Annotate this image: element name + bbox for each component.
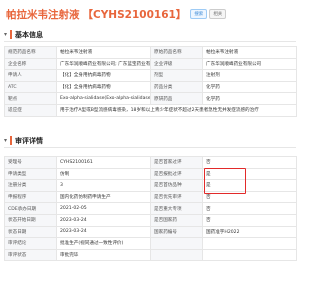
page-title-row: 帕拉米韦注射液 【CYHS2100161】 搜索 相关	[6, 6, 296, 22]
review-header[interactable]: ▾ 审评详情	[4, 134, 296, 148]
basic-info-title: 基本信息	[15, 30, 44, 39]
field-value: CYHS2100161	[56, 156, 151, 169]
field-label: 药品分类	[150, 80, 203, 94]
field-value[interactable]: 国药准字H2022	[202, 225, 297, 239]
field-value: 化学药	[202, 80, 297, 94]
field-label: 原研药品	[150, 92, 203, 105]
field-value: 【化】全身用抗病毒药物	[56, 69, 151, 82]
field-label: 注册分类	[4, 179, 57, 192]
table-row: CDE承办日期 2021-02-05 是否重大专项 否	[4, 202, 297, 215]
field-value: 否	[202, 213, 297, 227]
field-label: 靶点	[4, 92, 57, 105]
highlight-box	[204, 168, 246, 194]
field-label: 受理号	[4, 156, 57, 169]
field-value: 化学药	[202, 92, 297, 105]
table-row: 申请人 【化】全身用抗病毒药物 剂型 注射剂	[4, 69, 297, 82]
field-value: Exo-alpha-sialidase(Exo-alpha-sialidase)	[56, 92, 151, 105]
field-value[interactable]: 广东华润顺峰药业有限公司	[202, 57, 297, 71]
field-value: 2023-03-24	[56, 225, 151, 239]
field-label: 国家药编号	[150, 225, 203, 239]
field-label: 是否优先审评	[150, 190, 203, 204]
field-label	[150, 237, 203, 250]
field-label: 申报程序	[4, 190, 57, 204]
field-label: 企业名称	[4, 57, 57, 71]
field-value: 3	[56, 179, 151, 192]
table-row: 靶点 Exo-alpha-sialidase(Exo-alpha-sialida…	[4, 92, 297, 105]
indication-value: 用于治疗A型或B型流感病毒感染，18岁和以上青少年症状不超过2天患者急性无并发症…	[56, 103, 297, 117]
section-marker	[10, 30, 13, 39]
field-label: 申请类型	[4, 167, 57, 181]
field-value: 仿制	[56, 167, 151, 181]
field-value	[202, 237, 297, 250]
field-label: 剂型	[150, 69, 203, 82]
field-label: 是否报批过评	[150, 167, 203, 181]
field-label: 申请人	[4, 69, 57, 82]
field-value: 【化】全身用抗病毒药物	[56, 80, 151, 94]
field-label: ATC	[4, 80, 57, 94]
registration-code: 【CYHS2100161】	[82, 8, 187, 21]
field-label: 状态开始日期	[4, 213, 57, 227]
field-label: 是否重大专项	[150, 202, 203, 215]
table-row: ATC 【化】全身用抗病毒药物 药品分类 化学药	[4, 80, 297, 94]
search-badge[interactable]: 搜索	[190, 9, 208, 19]
table-row: 申请类型 仿制 是否报批过评 是	[4, 167, 297, 181]
field-value: 2021-02-05	[56, 202, 151, 215]
table-row: 适应症 用于治疗A型或B型流感病毒感染，18岁和以上青少年症状不超过2天患者急性…	[4, 103, 297, 117]
table-row: 企业名称 广东华润顺峰药业有限公司; 广东蓝宝药业有限公司 企业评级 广东华润顺…	[4, 57, 297, 71]
basic-info-header[interactable]: ▾ 基本信息	[4, 28, 296, 42]
review-title: 审评详情	[15, 136, 44, 145]
table-row: 状态开始日期 2023-03-24 是否国家药 否	[4, 213, 297, 227]
table-row: 受理号 CYHS2100161 是否首家过评 否	[4, 156, 297, 169]
field-label: 是否首仿品种	[150, 179, 203, 192]
collapse-icon[interactable]: ▾	[4, 31, 7, 38]
field-label: 状态日期	[4, 225, 57, 239]
field-label: 是否国家药	[150, 213, 203, 227]
table-row: 审评状态 审批完毕	[4, 248, 297, 262]
field-value	[202, 248, 297, 262]
related-badge[interactable]: 相关	[209, 9, 227, 19]
table-row: 审评结论 批准生产(视同通过一致性评价)	[4, 237, 297, 250]
table-row: 规范药品名称 帕拉米韦注射液 原始药品名称 帕拉米韦注射液	[4, 46, 297, 59]
table-row: 申报程序 国内化药仿制药申请生产 是否优先审评 否	[4, 190, 297, 204]
section-marker	[10, 136, 13, 145]
table-row: 注册分类 3 是否首仿品种 是	[4, 179, 297, 192]
field-value: 批准生产(视同通过一致性评价)	[56, 237, 151, 250]
field-value: 帕拉米韦注射液	[56, 46, 151, 59]
field-value: 否	[202, 156, 297, 169]
field-label	[150, 248, 203, 262]
field-value: 审批完毕	[56, 248, 151, 262]
field-value[interactable]: 广东华润顺峰药业有限公司; 广东蓝宝药业有限公司	[56, 57, 151, 71]
field-label: 审评结论	[4, 237, 57, 250]
field-label: 企业评级	[150, 57, 203, 71]
basic-info-table: 规范药品名称 帕拉米韦注射液 原始药品名称 帕拉米韦注射液 企业名称 广东华润顺…	[4, 46, 297, 117]
table-row: 状态日期 2023-03-24 国家药编号 国药准字H2022	[4, 225, 297, 239]
field-value: 2023-03-24	[56, 213, 151, 227]
field-label: CDE承办日期	[4, 202, 57, 215]
field-label: 原始药品名称	[150, 46, 203, 59]
field-value: 帕拉米韦注射液	[202, 46, 297, 59]
field-value: 否	[202, 202, 297, 215]
review-table: 受理号 CYHS2100161 是否首家过评 否 申请类型 仿制 是否报批过评 …	[4, 156, 297, 262]
page-title: 帕拉米韦注射液 【CYHS2100161】	[6, 7, 186, 22]
field-label: 审评状态	[4, 248, 57, 262]
field-label: 规范药品名称	[4, 46, 57, 59]
drug-name: 帕拉米韦注射液	[6, 8, 80, 21]
field-label: 适应症	[4, 103, 57, 117]
field-value: 国内化药仿制药申请生产	[56, 190, 151, 204]
collapse-icon[interactable]: ▾	[4, 137, 7, 144]
field-label: 是否首家过评	[150, 156, 203, 169]
field-value: 注射剂	[202, 69, 297, 82]
